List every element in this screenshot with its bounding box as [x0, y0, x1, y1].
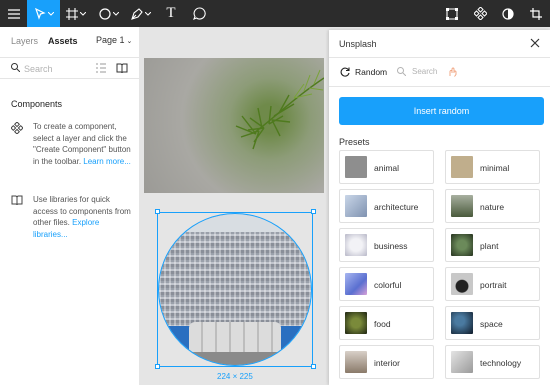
resize-handle[interactable]	[311, 209, 316, 214]
tab-random-label: Random	[355, 67, 388, 77]
component-icon	[11, 122, 23, 134]
preset-colorful[interactable]: colorful	[339, 267, 434, 301]
preset-interior[interactable]: interior	[339, 345, 434, 379]
preset-plant[interactable]: plant	[445, 228, 540, 262]
component-button[interactable]	[438, 0, 466, 27]
pen-tool-icon	[131, 7, 143, 20]
pine-branch-illustration	[235, 69, 324, 150]
preset-technology[interactable]: technology	[445, 345, 540, 379]
pine-branch-image[interactable]	[144, 58, 324, 193]
preset-thumbnail	[345, 312, 367, 334]
preset-thumbnail	[345, 234, 367, 256]
preset-food[interactable]: food	[339, 306, 434, 340]
preset-thumbnail	[345, 351, 367, 373]
preset-thumbnail	[451, 273, 473, 295]
presets-label: Presets	[339, 137, 370, 147]
preset-thumbnail	[451, 312, 473, 334]
resize-handle[interactable]	[155, 364, 160, 369]
move-tool-button[interactable]	[27, 0, 60, 27]
text-tool-icon: T	[166, 5, 176, 21]
canvas[interactable]: 224 × 225	[140, 27, 330, 385]
preset-architecture[interactable]: architecture	[339, 189, 434, 223]
text-tool-button[interactable]: T	[157, 0, 185, 27]
crop-icon	[530, 7, 542, 20]
hand-cursor-icon	[449, 67, 457, 77]
ellipse-outline	[158, 213, 312, 366]
learn-more-link[interactable]: Learn more...	[83, 157, 131, 166]
library-icon[interactable]	[116, 63, 128, 73]
toolbar: T	[0, 0, 550, 27]
preset-portrait[interactable]: portrait	[445, 267, 540, 301]
preset-thumbnail	[345, 195, 367, 217]
preset-thumbnail	[451, 156, 473, 178]
components-title: Components	[11, 99, 63, 109]
create-component-hint: To create a component, select a layer an…	[11, 121, 136, 167]
tab-search[interactable]: Search	[397, 67, 437, 76]
tab-assets[interactable]: Assets	[48, 36, 78, 46]
preset-space[interactable]: space	[445, 306, 540, 340]
list-view-icon[interactable]	[96, 63, 106, 73]
chevron-down-icon[interactable]	[145, 11, 151, 16]
chevron-down-icon[interactable]	[47, 11, 54, 16]
move-tool-icon	[34, 7, 46, 20]
preset-thumbnail	[451, 195, 473, 217]
plugin-header: Unsplash	[329, 30, 550, 58]
refresh-icon	[340, 67, 350, 77]
mask-button[interactable]	[494, 0, 522, 27]
plugin-tabs: Random Search	[329, 58, 550, 87]
pen-tool-button[interactable]	[125, 0, 157, 27]
component-icon	[446, 7, 458, 20]
mask-icon	[502, 7, 514, 20]
comment-tool-button[interactable]	[185, 0, 213, 27]
tab-layers[interactable]: Layers	[11, 36, 38, 46]
shape-tool-button[interactable]	[92, 0, 125, 27]
preset-thumbnail	[451, 234, 473, 256]
preset-business[interactable]: business	[339, 228, 434, 262]
chevron-down-icon: ⌄	[126, 38, 133, 45]
preset-nature[interactable]: nature	[445, 189, 540, 223]
frame-tool-button[interactable]	[60, 0, 92, 27]
asset-search-input[interactable]: Search	[24, 64, 53, 74]
resize-handle[interactable]	[311, 364, 316, 369]
asset-search-row: Search	[0, 57, 139, 79]
comment-tool-icon	[192, 7, 206, 20]
preset-minimal[interactable]: minimal	[445, 150, 540, 184]
chevron-down-icon[interactable]	[80, 11, 86, 16]
create-component-icon	[473, 7, 487, 20]
plugin-title: Unsplash	[339, 39, 377, 49]
libraries-hint: Use libraries for quick access to compon…	[11, 194, 136, 240]
menu-icon[interactable]	[0, 0, 27, 27]
preset-thumbnail	[345, 273, 367, 295]
insert-random-button[interactable]: Insert random	[339, 97, 544, 125]
chevron-down-icon[interactable]	[112, 11, 119, 16]
preset-thumbnail	[451, 351, 473, 373]
assets-panel: Layers Assets Page 1 ⌄ Search Components …	[0, 27, 140, 385]
ellipse-tool-icon	[98, 7, 111, 20]
frame-tool-icon	[66, 7, 78, 20]
close-icon[interactable]	[530, 38, 540, 48]
tab-random[interactable]: Random	[340, 67, 387, 77]
selection-dimensions: 224 × 225	[217, 372, 253, 381]
preset-animal[interactable]: animal	[339, 150, 434, 184]
unsplash-plugin-panel: Unsplash Random Search Insert random Pre…	[329, 30, 550, 385]
resize-handle[interactable]	[155, 209, 160, 214]
create-component-button[interactable]	[466, 0, 494, 27]
page-select-label: Page 1	[96, 35, 125, 45]
search-icon	[11, 63, 20, 72]
plugin-search-input[interactable]: Search	[412, 67, 437, 76]
library-icon	[11, 195, 23, 205]
search-icon	[397, 67, 406, 76]
crop-button[interactable]	[522, 0, 550, 27]
preset-thumbnail	[345, 156, 367, 178]
page-select[interactable]: Page 1 ⌄	[96, 35, 132, 45]
